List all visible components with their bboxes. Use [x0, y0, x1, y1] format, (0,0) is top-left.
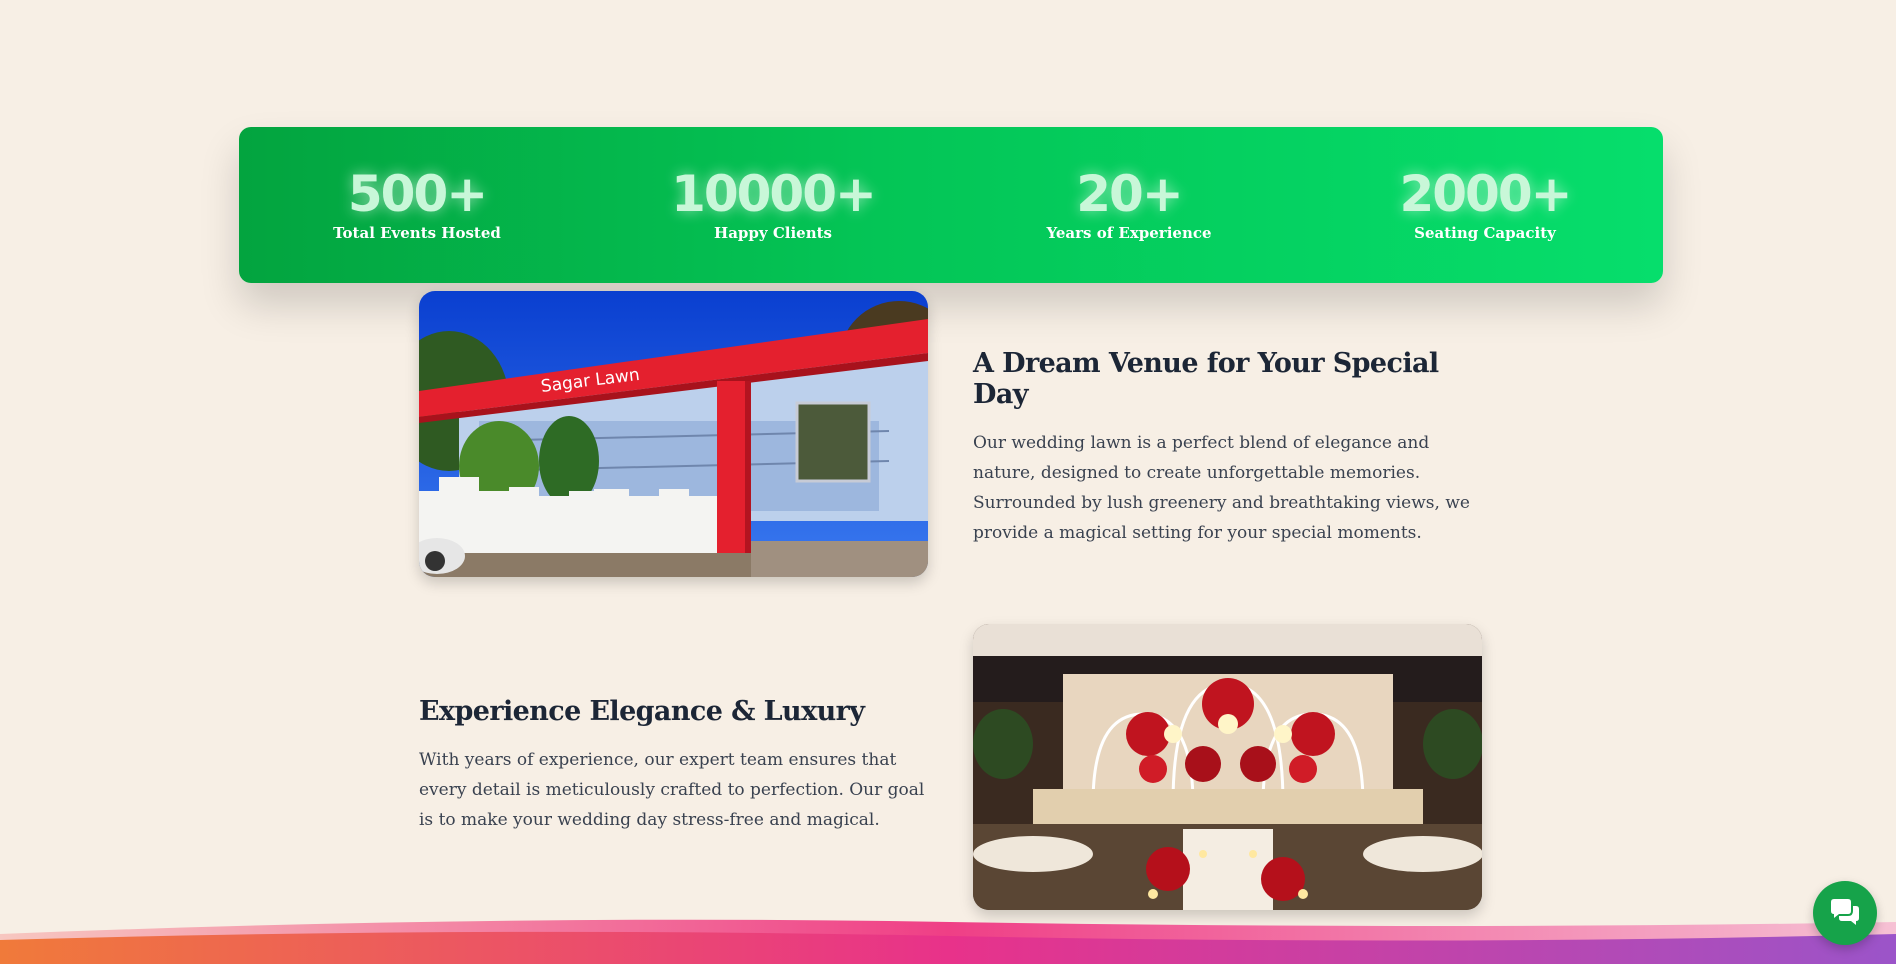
footer-wave-decoration: [0, 919, 1896, 964]
page: 500+ Total Events Hosted 10000+ Happy Cl…: [0, 0, 1896, 964]
chat-bubbles-icon: [1831, 899, 1859, 925]
section-title: Experience Elegance & Luxury: [419, 696, 865, 727]
section-body: Our wedding lawn is a perfect blend of e…: [973, 433, 1470, 543]
stat-number: 500+: [347, 165, 488, 223]
stat-capacity: 2000+ Seating Capacity: [1307, 168, 1663, 242]
section-body: With years of experience, our expert tea…: [419, 750, 925, 830]
chat-button[interactable]: [1813, 881, 1877, 945]
stat-events: 500+ Total Events Hosted: [239, 168, 595, 242]
dream-venue-section: A Dream Venue for Your Special Day Our w…: [973, 348, 1483, 548]
section-title: A Dream Venue for Your Special Day: [973, 348, 1439, 410]
stat-number: 2000+: [1399, 165, 1572, 223]
stat-label: Total Events Hosted: [333, 224, 501, 242]
stat-number: 20+: [1076, 165, 1183, 223]
elegance-section: Experience Elegance & Luxury With years …: [419, 696, 939, 835]
stat-number: 10000+: [671, 165, 877, 223]
stat-experience: 20+ Years of Experience: [951, 168, 1307, 242]
venue-exterior-photo: [419, 291, 928, 577]
wedding-stage-photo: [973, 624, 1482, 910]
stat-clients: 10000+ Happy Clients: [595, 168, 951, 242]
stat-label: Seating Capacity: [1414, 224, 1556, 242]
stat-label: Happy Clients: [714, 224, 832, 242]
stats-banner: 500+ Total Events Hosted 10000+ Happy Cl…: [239, 127, 1663, 283]
stat-label: Years of Experience: [1046, 224, 1212, 242]
